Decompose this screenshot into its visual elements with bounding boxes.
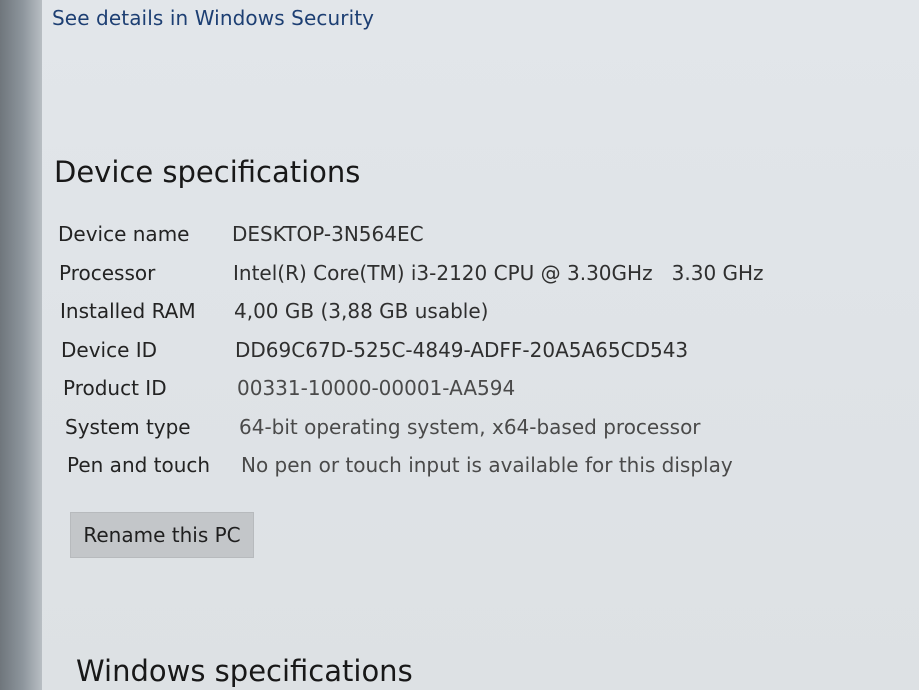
spec-row-device-id: Device ID DD69C67D-525C-4849-ADFF-20A5A6… — [61, 338, 821, 377]
spec-value: Intel(R) Core(TM) i3-2120 CPU @ 3.30GHz … — [233, 260, 764, 285]
spec-row-processor: Processor Intel(R) Core(TM) i3-2120 CPU … — [59, 261, 819, 300]
spec-row-installed-ram: Installed RAM 4,00 GB (3,88 GB usable) — [60, 299, 820, 338]
spec-label: Device ID — [61, 337, 158, 362]
spec-row-pen-and-touch: Pen and touch No pen or touch input is a… — [67, 453, 827, 492]
spec-label: Product ID — [63, 376, 167, 400]
device-specifications-table: Device name DESKTOP-3N564EC Processor In… — [58, 222, 818, 492]
spec-value: 4,00 GB (3,88 GB usable) — [234, 299, 489, 323]
spec-label: Installed RAM — [60, 299, 196, 323]
spec-label: Device name — [58, 222, 190, 246]
spec-value: No pen or touch input is available for t… — [241, 453, 733, 477]
settings-about-screen: See details in Windows Security Device s… — [0, 0, 919, 690]
spec-label: System type — [65, 414, 191, 439]
spec-label: Processor — [59, 260, 156, 285]
spec-value: DESKTOP-3N564EC — [232, 222, 424, 246]
spec-label: Pen and touch — [67, 453, 211, 477]
rename-pc-button[interactable]: Rename this PC — [70, 512, 254, 558]
spec-value: 00331-10000-00001-AA594 — [237, 376, 516, 400]
windows-specifications-heading: Windows specifications — [76, 654, 413, 688]
spec-value: DD69C67D-525C-4849-ADFF-20A5A65CD543 — [235, 337, 689, 362]
spec-row-device-name: Device name DESKTOP-3N564EC — [58, 222, 818, 261]
spec-value: 64-bit operating system, x64-based proce… — [239, 414, 701, 439]
spec-row-product-id: Product ID 00331-10000-00001-AA594 — [63, 376, 823, 415]
spec-row-system-type: System type 64-bit operating system, x64… — [65, 415, 825, 454]
windows-security-link[interactable]: See details in Windows Security — [52, 6, 374, 30]
window-left-edge — [0, 0, 42, 690]
device-specifications-heading: Device specifications — [54, 155, 361, 189]
